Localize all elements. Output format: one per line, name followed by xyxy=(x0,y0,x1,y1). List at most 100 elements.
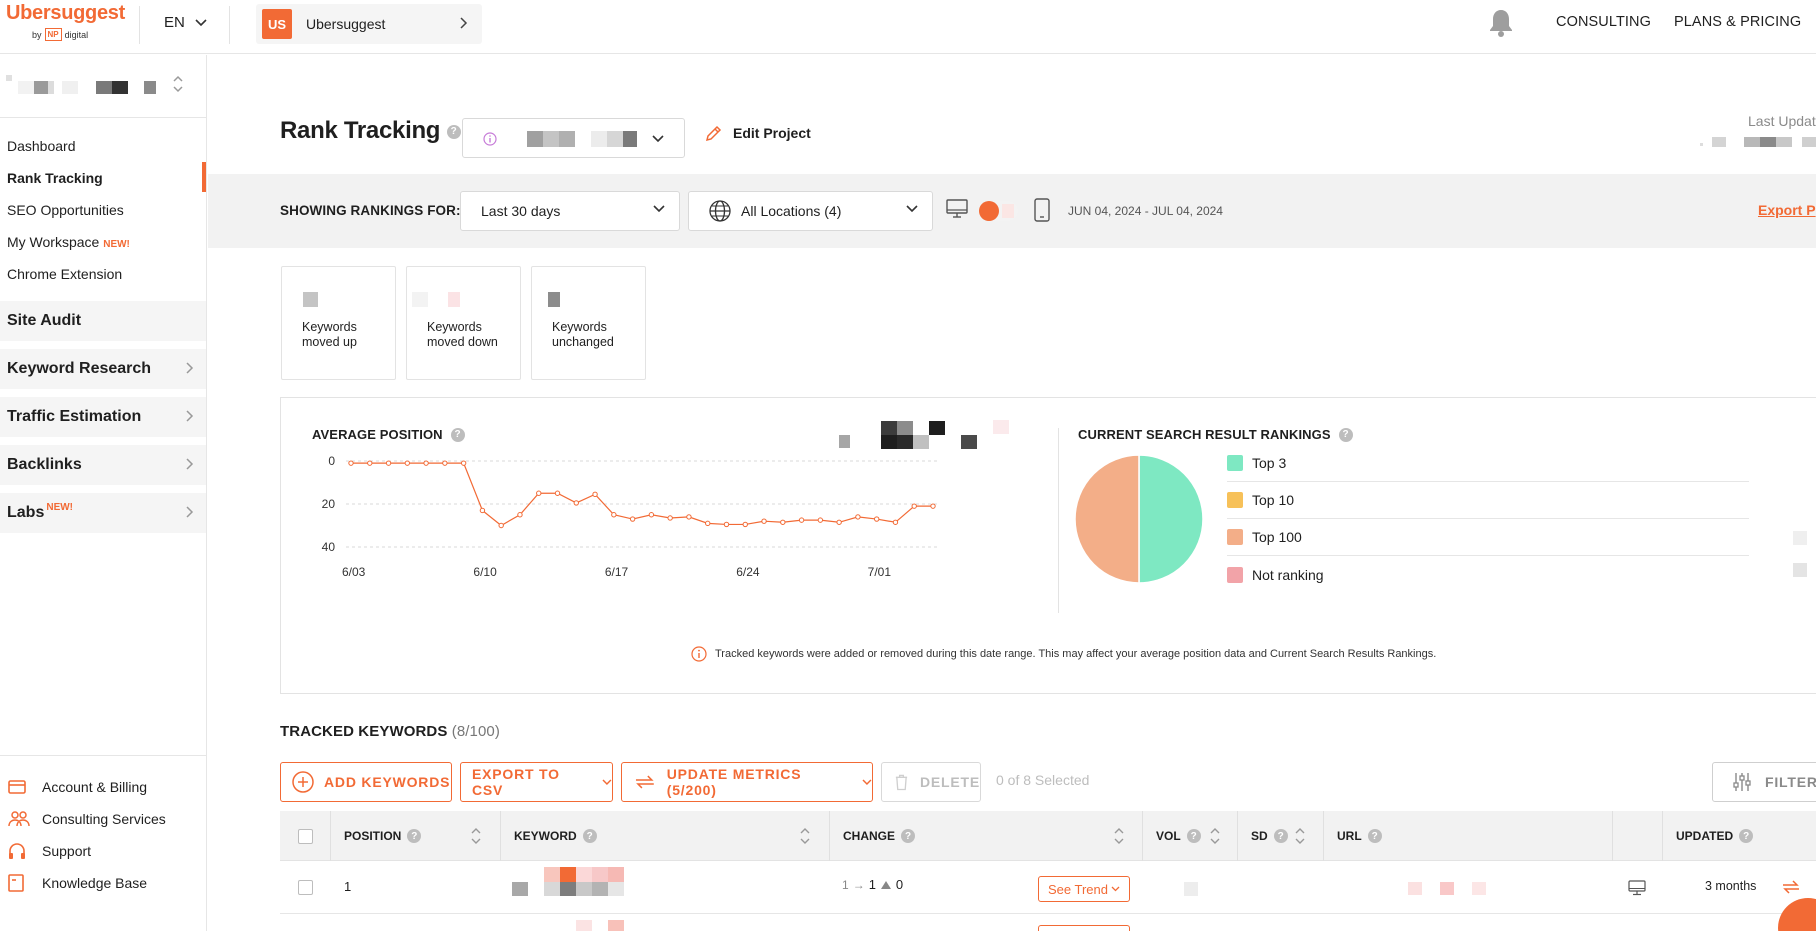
device-toggle[interactable] xyxy=(978,200,1018,222)
project-switcher[interactable]: US Ubersuggest xyxy=(256,4,482,44)
sidebar-item-account-billing[interactable]: Account & Billing xyxy=(8,777,147,797)
sidebar-item-my-workspace[interactable]: My Workspace NEW! xyxy=(7,234,130,250)
help-icon[interactable]: ? xyxy=(1338,427,1353,442)
current-rankings-title: CURRENT SEARCH RESULT RANKINGS ? xyxy=(1078,427,1353,442)
date-range: JUN 04, 2024 - JUL 04, 2024 xyxy=(1068,204,1223,218)
data-point xyxy=(648,512,655,518)
export-csv-button[interactable]: EXPORT TO CSV xyxy=(460,762,613,802)
desktop-icon[interactable] xyxy=(946,199,968,219)
sidebar-item-rank-tracking[interactable]: Rank Tracking xyxy=(7,170,103,186)
data-point xyxy=(460,460,467,466)
y-tick-label: 40 xyxy=(322,540,336,554)
sidebar-section-traffic-estimation[interactable]: Traffic Estimation xyxy=(0,397,206,437)
help-icon[interactable]: ? xyxy=(407,829,422,843)
average-position-chart: 0 20 40 6/03 6/10 6/17 6/24 7/01 xyxy=(322,454,938,579)
legend-item-top-3: Top 3 xyxy=(1227,445,1749,482)
column-header-sd[interactable]: SD ? xyxy=(1251,811,1288,861)
update-metrics-button[interactable]: UPDATE METRICS (5/200) xyxy=(621,762,873,802)
stat-card-moved-down: Keywords moved down xyxy=(406,266,521,380)
stat-label: Keywords unchanged xyxy=(552,320,614,350)
x-tick-label: 6/24 xyxy=(736,565,760,579)
column-header-change[interactable]: CHANGE ? xyxy=(843,811,916,861)
info-icon xyxy=(691,646,707,662)
filter-label: FILTER xyxy=(1765,774,1816,790)
help-icon[interactable]: ? xyxy=(582,829,597,843)
legend-label: Top 3 xyxy=(1252,455,1287,471)
column-header-keyword[interactable]: KEYWORD ? xyxy=(514,811,597,861)
data-point xyxy=(723,521,730,528)
help-icon[interactable]: ? xyxy=(450,427,465,442)
location-select[interactable]: All Locations (4) xyxy=(688,191,933,231)
period-select[interactable]: Last 30 days xyxy=(460,191,680,231)
sidebar-item-label: Account & Billing xyxy=(42,779,148,795)
data-point xyxy=(873,516,880,522)
column-header-vol[interactable]: VOL ? xyxy=(1156,811,1201,861)
sidebar-item-chrome-extension[interactable]: Chrome Extension xyxy=(7,266,122,282)
consulting-link[interactable]: CONSULTING xyxy=(1556,14,1651,30)
sidebar-item-support[interactable]: Support xyxy=(8,841,91,861)
export-pdf-link[interactable]: Export P xyxy=(1758,202,1816,218)
delete-button[interactable]: DELETE xyxy=(881,762,981,802)
column-header-url[interactable]: URL ? xyxy=(1337,811,1382,861)
chevron-right-icon xyxy=(186,458,194,470)
sort-icon[interactable] xyxy=(1113,825,1125,847)
sidebar-item-knowledge-base[interactable]: Knowledge Base xyxy=(8,873,147,893)
ubersuggest-logo[interactable]: Ubersuggest by NP digital xyxy=(6,2,125,46)
table-row[interactable] xyxy=(280,915,1816,931)
plans-pricing-link[interactable]: PLANS & PRICING xyxy=(1674,14,1801,30)
data-point xyxy=(592,491,598,498)
stat-label-line: moved up xyxy=(302,335,357,349)
sort-icon[interactable] xyxy=(1209,825,1221,847)
help-icon[interactable]: ? xyxy=(1273,829,1288,843)
sort-icon[interactable] xyxy=(470,825,482,847)
data-point xyxy=(385,460,392,466)
data-point xyxy=(892,519,899,525)
series-line xyxy=(351,462,933,527)
desktop-icon xyxy=(1628,880,1646,896)
help-icon[interactable]: ? xyxy=(1367,829,1382,843)
domain-select[interactable] xyxy=(462,118,685,158)
help-icon[interactable]: ? xyxy=(1186,829,1201,843)
section-label: Labs NEW! xyxy=(7,502,74,522)
edit-project-label: Edit Project xyxy=(733,125,811,141)
language-label: EN xyxy=(164,14,185,31)
see-trend-button[interactable]: See Trend xyxy=(1038,876,1130,902)
help-icon[interactable]: ? xyxy=(1739,829,1754,843)
sidebar-section-keyword-research[interactable]: Keyword Research xyxy=(0,349,206,389)
chevron-down-icon xyxy=(652,135,664,143)
refresh-icon[interactable] xyxy=(1780,877,1802,897)
sort-icon[interactable] xyxy=(1294,825,1306,847)
current-rankings-pie xyxy=(1075,455,1204,584)
notification-bell-icon[interactable] xyxy=(1488,7,1514,39)
table-row[interactable]: 1 1 → 1 0 See Trend 3 months xyxy=(280,862,1816,914)
sidebar-section-site-audit[interactable]: Site Audit xyxy=(0,301,206,341)
x-tick-label: 6/03 xyxy=(342,565,366,579)
filter-button[interactable]: FILTER xyxy=(1712,762,1816,802)
column-header-updated[interactable]: UPDATED ? xyxy=(1676,811,1754,861)
row-checkbox[interactable] xyxy=(298,880,313,895)
legend-swatch xyxy=(1227,492,1243,508)
sort-icon[interactable] xyxy=(799,825,811,847)
chevron-right-icon xyxy=(460,17,468,29)
select-all-checkbox[interactable] xyxy=(298,811,313,861)
section-label: Keyword Research xyxy=(7,360,152,377)
sidebar-section-backlinks[interactable]: Backlinks xyxy=(0,445,206,485)
help-icon[interactable]: ? xyxy=(446,124,461,139)
column-header-position[interactable]: POSITION ? xyxy=(344,811,422,861)
add-keywords-button[interactable]: ADD KEYWORDS xyxy=(280,762,452,802)
help-icon[interactable]: ? xyxy=(901,829,916,843)
chevron-down-icon xyxy=(653,205,665,213)
sidebar-item-consulting-services[interactable]: Consulting Services xyxy=(8,809,166,829)
data-point xyxy=(836,519,842,525)
language-selector[interactable]: EN xyxy=(164,14,207,31)
logo-wordmark: Ubersuggest xyxy=(6,2,125,24)
logo-by: by xyxy=(32,29,42,40)
redacted-value xyxy=(548,292,560,307)
sidebar-item-dashboard[interactable]: Dashboard xyxy=(7,138,76,154)
sidebar-section-labs[interactable]: Labs NEW! xyxy=(0,493,206,533)
redacted-domain[interactable] xyxy=(6,73,206,94)
edit-project-button[interactable]: Edit Project xyxy=(705,124,811,142)
sidebar-item-seo-opportunities[interactable]: SEO Opportunities xyxy=(7,202,124,218)
new-badge: NEW! xyxy=(46,502,74,513)
mobile-icon[interactable] xyxy=(1034,198,1050,222)
